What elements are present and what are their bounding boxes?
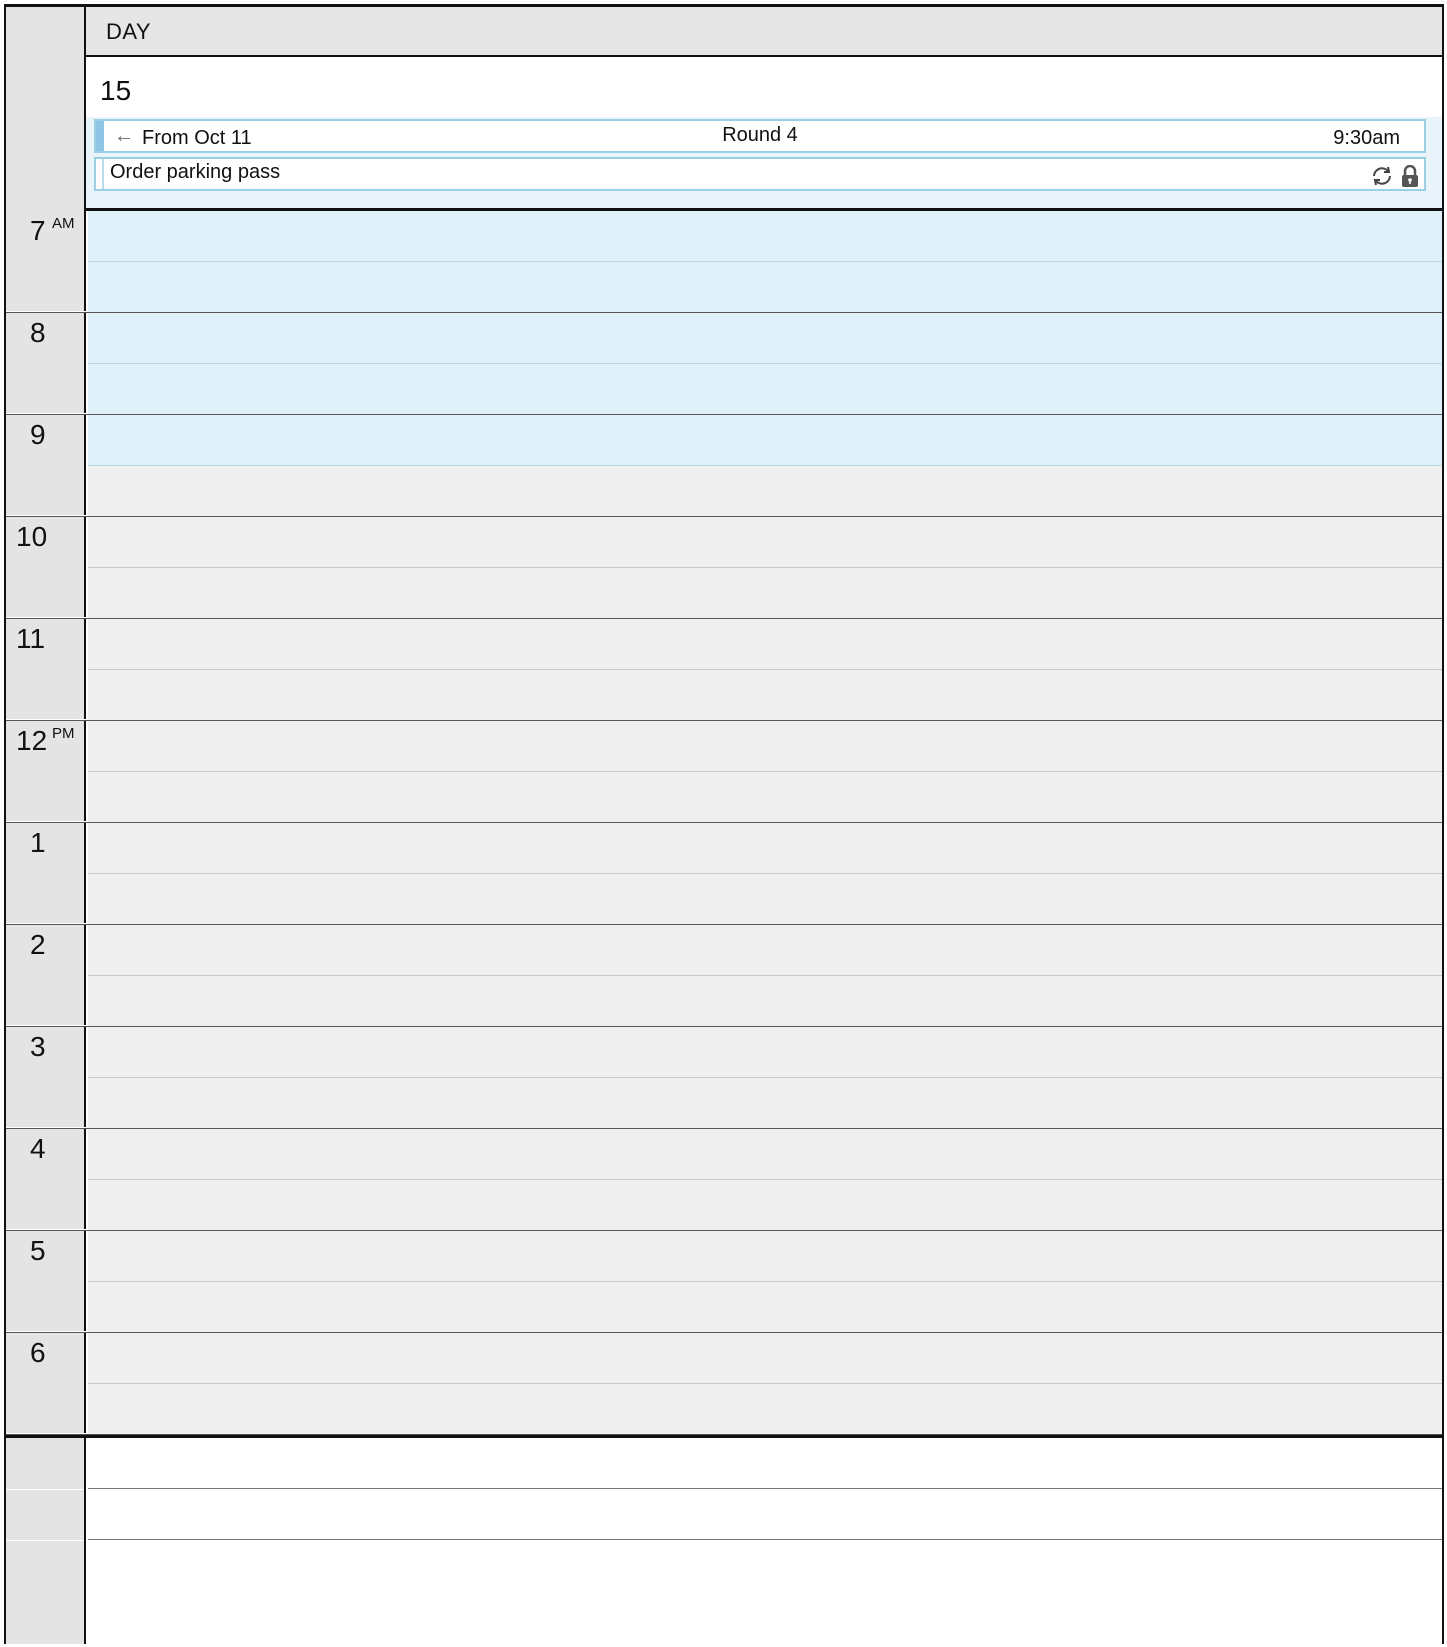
time-slot-top-half[interactable]	[88, 313, 1442, 364]
gutter-divider	[6, 1489, 84, 1490]
lock-icon	[1400, 165, 1420, 187]
time-slot-bottom-half[interactable]	[88, 976, 1442, 1026]
hour-number: 8	[30, 317, 46, 348]
hour-number: 3	[30, 1031, 46, 1062]
task-color-strip	[96, 159, 104, 189]
hour-label: 3	[6, 1027, 86, 1128]
task-event[interactable]: Order parking pass	[94, 157, 1426, 191]
hour-label: 6	[6, 1333, 86, 1434]
hour-number: 6	[30, 1337, 46, 1368]
hour-number: 5	[30, 1235, 46, 1266]
time-slot-top-half[interactable]	[88, 823, 1442, 874]
time-slot-bottom-half[interactable]	[88, 1384, 1442, 1434]
hour-row[interactable]: 10	[6, 517, 1442, 619]
multi-day-event[interactable]: ← From Oct 11 Round 4 9:30am	[94, 119, 1426, 153]
hour-row[interactable]: 12 PM	[6, 721, 1442, 823]
time-slot-top-half[interactable]	[88, 1027, 1442, 1078]
hour-label: 10	[6, 517, 86, 618]
time-slot-top-half[interactable]	[88, 415, 1442, 466]
hour-number: 4	[30, 1133, 46, 1164]
hour-number: 10	[16, 521, 48, 552]
time-slot-top-half[interactable]	[88, 1231, 1442, 1282]
hour-label: 2	[6, 925, 86, 1026]
hour-number: 1	[30, 827, 46, 858]
hour-number: 7	[30, 215, 46, 246]
task-title: Order parking pass	[110, 161, 281, 183]
hour-label: 4	[6, 1129, 86, 1230]
day-number[interactable]: 15	[100, 75, 131, 107]
hour-row[interactable]: 11	[6, 619, 1442, 721]
day-planner: DAY 15 ← From Oct 11 Round 4 9:30am Orde…	[4, 4, 1444, 1644]
time-slot-bottom-half[interactable]	[88, 1282, 1442, 1332]
hour-row[interactable]: 7 AM	[6, 211, 1442, 313]
time-slot-top-half[interactable]	[88, 925, 1442, 976]
hour-label: 1	[6, 823, 86, 924]
footer-row[interactable]	[88, 1489, 1442, 1540]
day-column-header[interactable]: 15 ← From Oct 11 Round 4 9:30am Order pa…	[86, 57, 1442, 211]
hour-row[interactable]: 3	[6, 1027, 1442, 1129]
sync-icon	[1370, 165, 1394, 187]
ampm-label: PM	[52, 725, 75, 742]
hour-row[interactable]: 9	[6, 415, 1442, 517]
hour-number: 2	[30, 929, 46, 960]
time-slot-bottom-half[interactable]	[88, 874, 1442, 924]
time-slot-bottom-half[interactable]	[88, 262, 1442, 312]
time-slot-top-half[interactable]	[88, 517, 1442, 568]
view-label: DAY	[106, 19, 152, 44]
hour-label: 9	[6, 415, 86, 516]
hour-row[interactable]: 8	[6, 313, 1442, 415]
time-slot-bottom-half[interactable]	[88, 772, 1442, 822]
time-grid[interactable]: 7 AM 8 9 10 11 12 PM 1 2 3 4 5 6	[6, 211, 1442, 1439]
time-slot-bottom-half[interactable]	[88, 1078, 1442, 1128]
task-icons	[1370, 165, 1420, 187]
hour-number: 11	[16, 623, 46, 654]
hour-row[interactable]: 2	[6, 925, 1442, 1027]
hour-row[interactable]: 5	[6, 1231, 1442, 1333]
time-slot-top-half[interactable]	[88, 1333, 1442, 1384]
time-slot-top-half[interactable]	[88, 619, 1442, 670]
all-day-area[interactable]: ← From Oct 11 Round 4 9:30am Order parki…	[86, 117, 1442, 208]
time-slot-bottom-half[interactable]	[88, 364, 1442, 414]
footer-row[interactable]	[88, 1540, 1442, 1591]
hour-number: 12	[16, 725, 48, 756]
time-slot-top-half[interactable]	[88, 1129, 1442, 1180]
time-slot-bottom-half[interactable]	[88, 568, 1442, 618]
time-slot-bottom-half[interactable]	[88, 466, 1442, 516]
hour-label: 7 AM	[6, 211, 86, 312]
day-view-header: DAY	[86, 7, 1442, 57]
hour-number: 9	[30, 419, 46, 450]
hour-row[interactable]: 1	[6, 823, 1442, 925]
hour-label: 12 PM	[6, 721, 86, 822]
time-slot-bottom-half[interactable]	[88, 1180, 1442, 1230]
hour-row[interactable]: 6	[6, 1333, 1442, 1435]
time-slot-bottom-half[interactable]	[88, 670, 1442, 720]
event-title: Round 4	[722, 124, 798, 146]
gutter-divider	[6, 1540, 84, 1541]
ampm-label: AM	[52, 215, 75, 232]
hour-label: 8	[6, 313, 86, 414]
hour-row[interactable]: 4	[6, 1129, 1442, 1231]
time-slot-top-half[interactable]	[88, 721, 1442, 772]
hour-label: 5	[6, 1231, 86, 1332]
time-slot-top-half[interactable]	[88, 211, 1442, 262]
hour-label: 11	[6, 619, 86, 720]
footer-row[interactable]	[88, 1438, 1442, 1489]
event-time: 9:30am	[1333, 127, 1400, 149]
